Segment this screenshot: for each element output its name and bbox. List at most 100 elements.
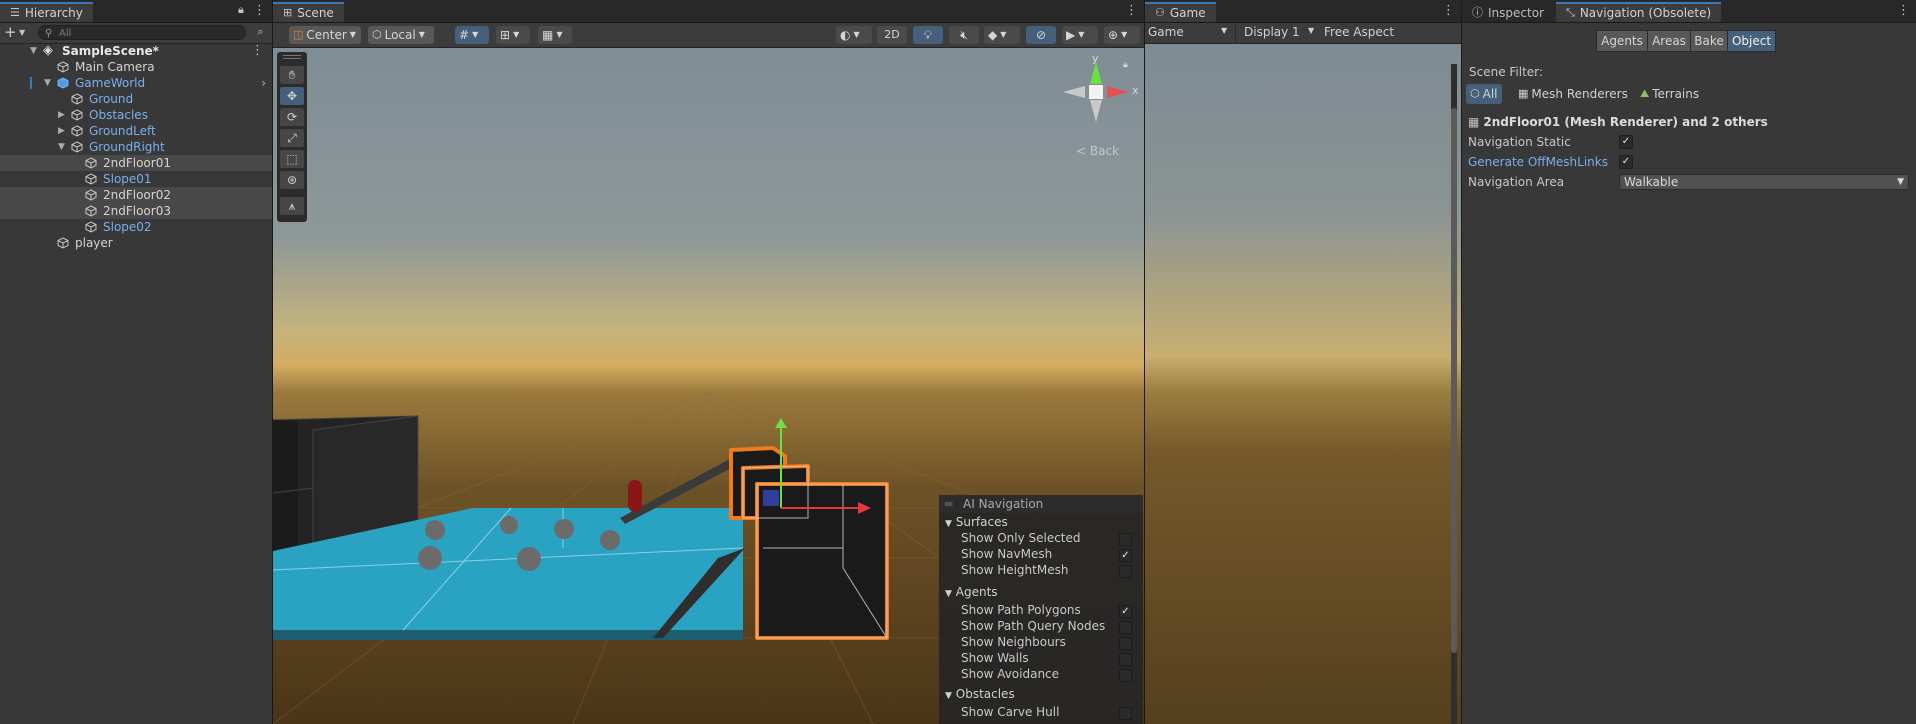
lock-icon[interactable]: 🔒︎ bbox=[238, 3, 244, 17]
game-scrollbar-thumb[interactable] bbox=[1451, 108, 1457, 653]
chevron-down-icon: ▼ bbox=[472, 30, 479, 39]
move-tool-button[interactable]: ✥ bbox=[280, 87, 304, 105]
collapse-arrow-icon[interactable]: ▶ bbox=[58, 123, 65, 139]
grid-visibility-button[interactable]: ▦ ▼ bbox=[538, 26, 572, 44]
kebab-menu-icon[interactable]: ⋮ bbox=[1897, 2, 1910, 20]
list-item[interactable]: 2ndFloor02 bbox=[0, 187, 272, 203]
tab-navigation[interactable]: ⤡ Navigation (Obsolete) bbox=[1556, 2, 1722, 22]
lock-icon[interactable]: 🔒︎ bbox=[1123, 60, 1128, 70]
pivot-mode-dropdown[interactable]: ◫ Center ▼ bbox=[289, 26, 361, 44]
tab-game[interactable]: ⚇ Game bbox=[1145, 2, 1216, 22]
increment-snap-button[interactable]: ⊞ ▼ bbox=[496, 26, 530, 44]
show-neighbours-checkbox[interactable] bbox=[1119, 637, 1132, 650]
chevron-down-icon[interactable]: ▼ bbox=[1221, 26, 1227, 35]
collapse-arrow-icon[interactable]: ▶ bbox=[58, 107, 65, 123]
list-item[interactable]: 2ndFloor01 bbox=[0, 155, 272, 171]
show-avoidance-checkbox[interactable] bbox=[1119, 669, 1132, 682]
object-tab-button[interactable]: Object bbox=[1727, 30, 1776, 52]
navigation-area-dropdown[interactable]: Walkable ▼ bbox=[1619, 174, 1909, 190]
expand-arrow-icon[interactable]: ▼ bbox=[58, 139, 65, 155]
rect-tool-button[interactable]: ⬚ bbox=[280, 150, 304, 168]
game-mode-dropdown[interactable]: Game bbox=[1148, 25, 1184, 39]
filter-terrains-button[interactable]: ⛰︎ Terrains bbox=[1640, 84, 1699, 104]
option-label: Show Walls bbox=[961, 651, 1029, 665]
effects-button[interactable]: ◆ ▼ bbox=[984, 26, 1020, 44]
list-item[interactable]: Main Camera bbox=[0, 59, 272, 75]
kebab-menu-icon[interactable]: ⋮ bbox=[1125, 2, 1138, 20]
tab-hierarchy[interactable]: ☰ Hierarchy bbox=[0, 2, 93, 22]
scene-viewport[interactable]: ✋︎ ✥ ⟳ ⤢ ⬚ ⊛ ⩚ y x 🔒︎ < Back ═ AI Naviga… bbox=[273, 48, 1144, 724]
show-walls-checkbox[interactable] bbox=[1119, 653, 1132, 666]
hierarchy-item-label: player bbox=[75, 236, 113, 250]
list-item[interactable]: Slope01 bbox=[0, 171, 272, 187]
filter-all-button[interactable]: ⬡ All bbox=[1466, 84, 1502, 104]
list-item[interactable]: ▶ GroundLeft bbox=[0, 123, 272, 139]
list-item[interactable]: ▼ GroundRight bbox=[0, 139, 272, 155]
expand-arrow-icon[interactable]: ▼ bbox=[44, 75, 51, 91]
search-options-icon[interactable]: ⌕ bbox=[253, 24, 268, 39]
add-icon[interactable]: + bbox=[4, 23, 17, 41]
cube-icon: ⬡ bbox=[1470, 87, 1480, 100]
section-obstacles[interactable]: ▼ Obstacles bbox=[945, 687, 1015, 701]
game-view[interactable] bbox=[1145, 44, 1461, 724]
tab-inspector[interactable]: ⓘ Inspector bbox=[1462, 2, 1554, 22]
pivot-icon: ◫ bbox=[293, 28, 304, 41]
gizmos-button[interactable]: ⊕ ▼ bbox=[1104, 26, 1140, 44]
show-carve-hull-checkbox[interactable] bbox=[1119, 707, 1132, 720]
orientation-gizmo[interactable]: y x 🔒︎ < Back bbox=[1053, 52, 1139, 162]
list-item[interactable]: ▶ Obstacles bbox=[0, 107, 272, 123]
filter-mesh-renderers-button[interactable]: ▦ Mesh Renderers bbox=[1518, 84, 1628, 104]
ai-navigation-overlay: ═ AI Navigation ▼ Surfaces Show Only Sel… bbox=[939, 495, 1143, 724]
kebab-menu-icon[interactable]: ⋮ bbox=[253, 2, 266, 20]
space-mode-dropdown[interactable]: ⬡ Local ▼ bbox=[368, 26, 434, 44]
audio-toggle-button[interactable]: 🔇︎ bbox=[949, 26, 979, 44]
show-path-polygons-checkbox[interactable]: ✓ bbox=[1119, 605, 1132, 618]
areas-tab-button[interactable]: Areas bbox=[1647, 30, 1691, 52]
grid-snap-button[interactable]: # ▼ bbox=[455, 26, 489, 44]
section-surfaces[interactable]: ▼ Surfaces bbox=[945, 515, 1008, 529]
view-back-label[interactable]: < Back bbox=[1076, 144, 1119, 158]
section-title: Surfaces bbox=[955, 515, 1008, 529]
list-item[interactable]: ▼ ◈ SampleScene* ⋮ bbox=[0, 43, 272, 59]
chevron-down-icon: ▼ bbox=[418, 30, 425, 39]
shading-mode-button[interactable]: ◐ ▼ bbox=[836, 26, 872, 44]
show-only-selected-checkbox[interactable] bbox=[1119, 533, 1132, 546]
navigation-static-checkbox[interactable]: ✓ bbox=[1619, 135, 1633, 149]
aspect-dropdown[interactable]: Free Aspect bbox=[1324, 25, 1394, 39]
overlay-title-bar[interactable]: ═ AI Navigation bbox=[939, 495, 1143, 513]
transform-tool-button[interactable]: ⊛ bbox=[280, 171, 304, 189]
toggle-2d-button[interactable]: 2D bbox=[877, 26, 907, 44]
list-item[interactable]: Slope02 bbox=[0, 219, 272, 235]
custom-tool-button[interactable]: ⩚ bbox=[280, 197, 304, 215]
expand-arrow-icon[interactable]: ▼ bbox=[30, 43, 37, 59]
list-item[interactable]: player bbox=[0, 235, 272, 251]
snap-increment-icon: ⊞ bbox=[500, 28, 511, 42]
hidden-objects-toggle[interactable]: ⊘ bbox=[1026, 26, 1056, 44]
show-path-query-nodes-checkbox[interactable] bbox=[1119, 621, 1132, 634]
kebab-menu-icon[interactable]: ⋮ bbox=[1442, 2, 1455, 20]
list-item[interactable]: Ground bbox=[0, 91, 272, 107]
rotate-tool-button[interactable]: ⟳ bbox=[280, 108, 304, 126]
list-item[interactable]: ▼ GameWorld › bbox=[0, 75, 272, 91]
drag-handle-icon[interactable]: ═ bbox=[945, 495, 952, 513]
lighting-toggle-button[interactable]: 💡︎ bbox=[913, 26, 943, 44]
list-item[interactable]: 2ndFloor03 bbox=[0, 203, 272, 219]
hand-tool-button[interactable]: ✋︎ bbox=[280, 66, 304, 84]
chevron-down-icon[interactable]: ▼ bbox=[1308, 26, 1314, 35]
kebab-menu-icon[interactable]: ⋮ bbox=[251, 43, 264, 59]
chevron-down-icon[interactable]: ▼ bbox=[19, 24, 25, 42]
bake-tab-button[interactable]: Bake bbox=[1690, 30, 1728, 52]
scene-panel: ⊞ Scene ⋮ ◫ Center ▼ ⬡ Local ▼ # ▼ ⊞ ▼ ▦… bbox=[273, 0, 1144, 724]
agents-tab-button[interactable]: Agents bbox=[1596, 30, 1648, 52]
display-dropdown[interactable]: Display 1 bbox=[1244, 25, 1300, 39]
palette-drag-handle-icon[interactable] bbox=[283, 55, 301, 59]
show-navmesh-checkbox[interactable]: ✓ bbox=[1119, 549, 1132, 562]
search-input[interactable]: ⚲ All bbox=[38, 25, 246, 40]
camera-settings-button[interactable]: ▶ ▼ bbox=[1062, 26, 1098, 44]
tab-scene[interactable]: ⊞ Scene bbox=[273, 2, 344, 22]
show-heightmesh-checkbox[interactable] bbox=[1119, 565, 1132, 578]
chevron-right-icon[interactable]: › bbox=[261, 75, 266, 91]
section-agents[interactable]: ▼ Agents bbox=[945, 585, 998, 599]
generate-offmeshlinks-checkbox[interactable]: ✓ bbox=[1619, 155, 1633, 169]
scale-tool-button[interactable]: ⤢ bbox=[280, 129, 304, 147]
